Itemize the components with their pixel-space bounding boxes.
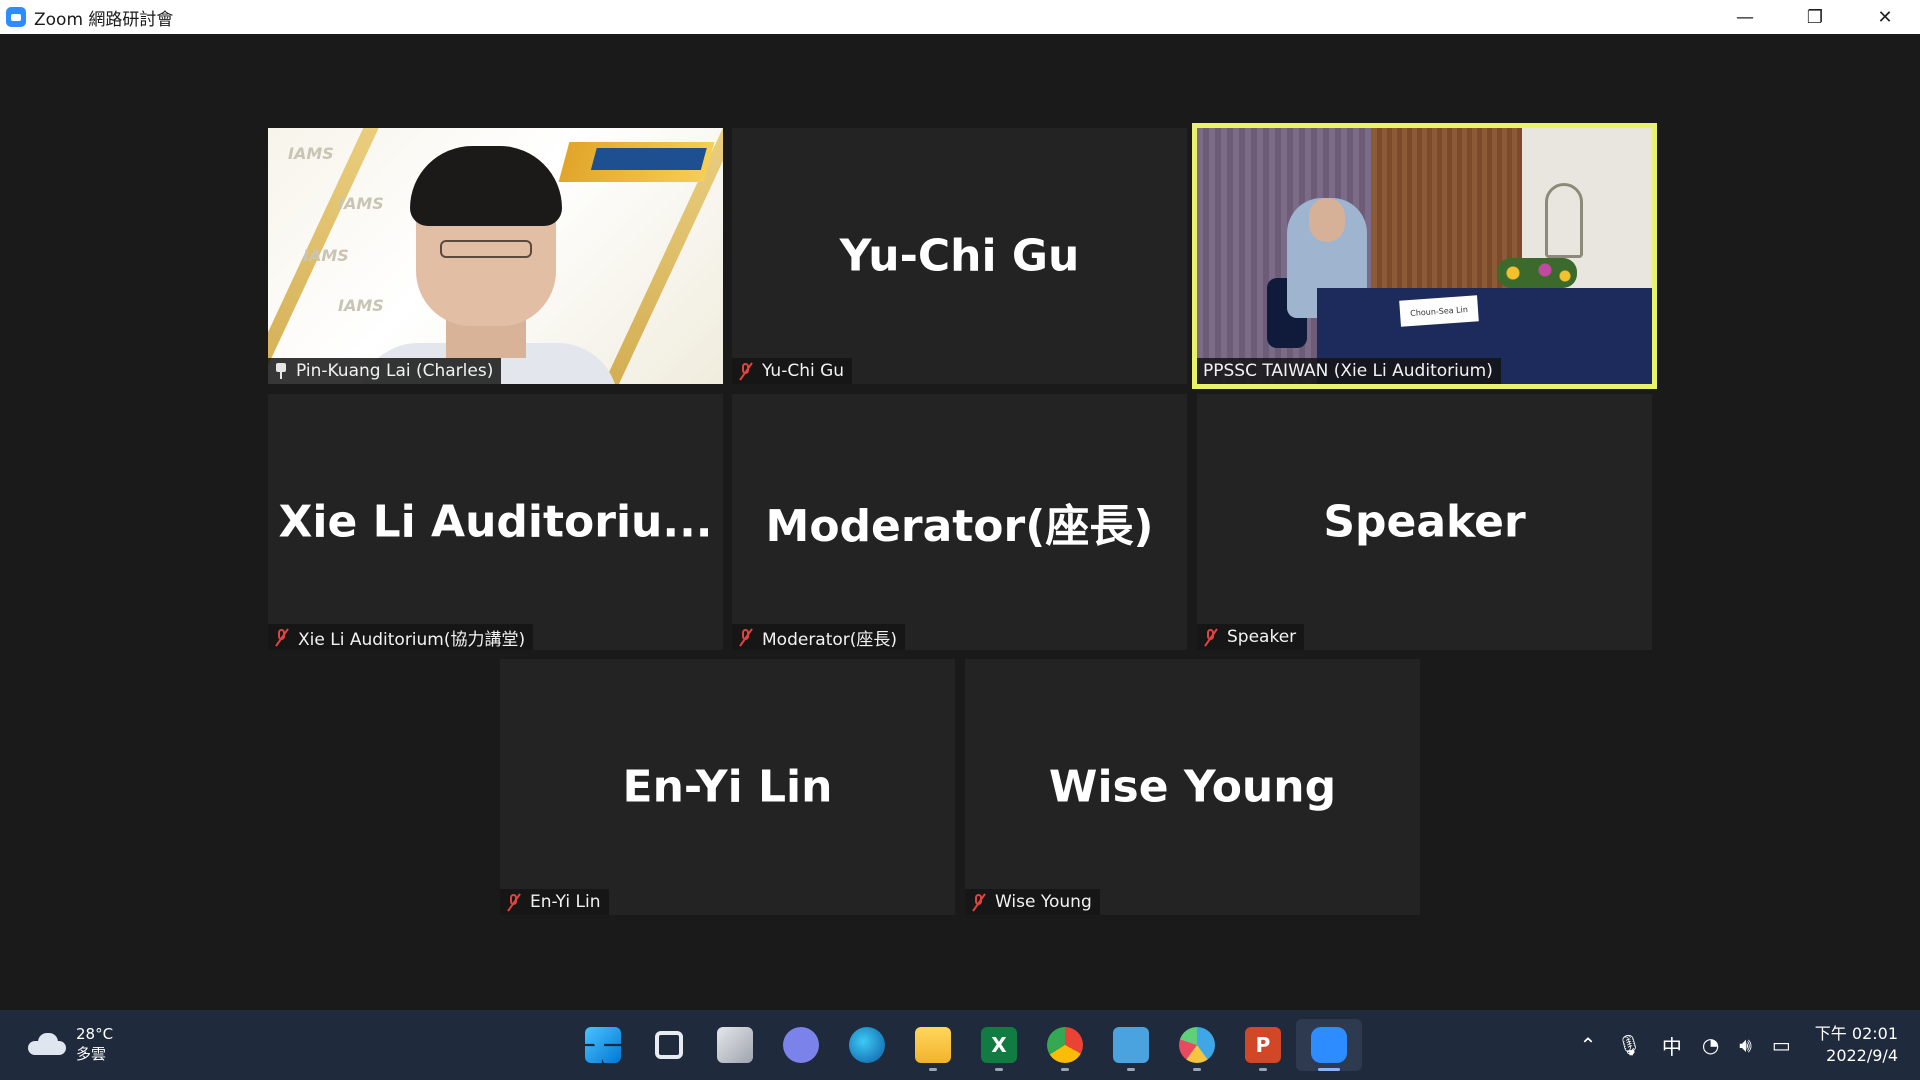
participant-tile-yu-chi-gu[interactable]: Yu-Chi Gu Yu-Chi Gu	[732, 128, 1187, 384]
participant-display-name: Yu-Chi Gu	[839, 230, 1080, 282]
participant-name: Xie Li Auditorium(協力講堂)	[298, 629, 526, 650]
mic-muted-icon	[738, 362, 754, 381]
video-ornament	[1545, 183, 1583, 258]
video-person-glasses	[440, 240, 532, 258]
participant-display-name: Speaker	[1323, 496, 1526, 548]
video-flowers	[1497, 258, 1577, 288]
mic-muted-icon	[1203, 628, 1219, 647]
mic-muted-icon	[971, 893, 987, 912]
chrome-icon	[1047, 1027, 1083, 1063]
search-button[interactable]	[636, 1019, 702, 1071]
windows-logo-icon	[585, 1027, 621, 1063]
microphone-icon[interactable]: 🎙︎	[1616, 1033, 1641, 1057]
edge-button[interactable]	[834, 1019, 900, 1071]
weather-widget[interactable]: 28°C 多雲	[28, 1024, 113, 1064]
participant-name: PPSSC TAIWAN (Xie Li Auditorium)	[1203, 361, 1493, 381]
participant-name-label: Wise Young	[965, 889, 1100, 915]
clock-date: 2022/9/4	[1826, 1046, 1898, 1065]
window-title: Zoom 網路研討會	[34, 9, 174, 30]
windows-taskbar: 28°C 多雲 X P ⌃ 🎙︎ 中 ◔ 🔊︎ ▭ 下午 02:01 2022/…	[0, 1010, 1920, 1080]
participant-name: Pin-Kuang Lai (Charles)	[296, 361, 494, 381]
chat-button[interactable]	[768, 1019, 834, 1071]
backdrop-watermark: IAMS	[338, 296, 384, 315]
participant-tile-xie-li-auditorium[interactable]: Xie Li Auditoriu... Xie Li Auditorium(協力…	[268, 394, 723, 650]
participant-display-name: Moderator(座長)	[765, 501, 1154, 552]
weather-text: 28°C 多雲	[76, 1024, 113, 1064]
powerpoint-icon: P	[1245, 1027, 1281, 1063]
zoom-icon	[1311, 1027, 1347, 1063]
restore-button[interactable]: ❐	[1780, 0, 1850, 34]
participant-name-label: Yu-Chi Gu	[732, 358, 853, 384]
ime-indicator[interactable]: 中	[1662, 1031, 1682, 1060]
mic-muted-icon	[506, 893, 522, 912]
participant-name: Moderator(座長)	[762, 629, 898, 650]
gallery-view: IAMS IAMS IAMS IAMS Pin-Kuang Lai (Charl…	[0, 34, 1920, 1010]
participant-name-label: PPSSC TAIWAN (Xie Li Auditorium)	[1197, 358, 1501, 384]
video-nameplate: Choun-Sea Lin	[1399, 295, 1479, 327]
participant-name-label: Moderator(座長)	[732, 624, 906, 650]
mic-muted-icon	[274, 628, 290, 647]
search-icon	[655, 1031, 683, 1059]
zoom-taskbar-button[interactable]	[1296, 1019, 1362, 1071]
participant-tile-wise-young[interactable]: Wise Young Wise Young	[965, 659, 1420, 915]
zoom-app-icon	[6, 7, 26, 27]
task-view-button[interactable]	[702, 1019, 768, 1071]
chevron-up-icon[interactable]: ⌃	[1580, 1033, 1597, 1057]
weather-temp: 28°C	[76, 1025, 114, 1043]
folder-icon	[915, 1027, 951, 1063]
system-tray: ⌃ 🎙︎ 中 ◔ 🔊︎ ▭ 下午 02:01 2022/9/4	[1570, 1010, 1920, 1080]
backdrop-watermark: IAMS	[303, 246, 349, 265]
teams-chat-icon	[783, 1027, 819, 1063]
minimize-button[interactable]: —	[1710, 0, 1780, 34]
excel-button[interactable]: X	[966, 1019, 1032, 1071]
backdrop-watermark: IAMS	[338, 194, 384, 213]
participant-tile-ppssc-taiwan[interactable]: Choun-Sea Lin PPSSC TAIWAN (Xie Li Audit…	[1192, 123, 1657, 389]
speaker-volume-icon[interactable]: 🔊︎	[1739, 1033, 1752, 1057]
mic-muted-icon	[738, 628, 754, 647]
video-person-hair	[410, 146, 562, 226]
backdrop-watermark: IAMS	[288, 144, 334, 163]
start-button[interactable]	[570, 1019, 636, 1071]
close-button[interactable]: ✕	[1850, 0, 1920, 34]
excel-icon: X	[981, 1027, 1017, 1063]
taskbar-clock[interactable]: 下午 02:01 2022/9/4	[1815, 1023, 1898, 1067]
participant-name: Wise Young	[995, 892, 1092, 912]
notepad-icon	[1113, 1027, 1149, 1063]
battery-icon[interactable]: ▭	[1772, 1033, 1791, 1057]
participant-name: En-Yi Lin	[530, 892, 601, 912]
participant-name-label: Speaker	[1197, 624, 1305, 650]
pin-icon	[274, 362, 288, 380]
wifi-icon[interactable]: ◔	[1702, 1033, 1719, 1057]
participant-tile-en-yi-lin[interactable]: En-Yi Lin En-Yi Lin	[500, 659, 955, 915]
participant-tile-moderator[interactable]: Moderator(座長) Moderator(座長)	[732, 394, 1187, 650]
participant-name-label: En-Yi Lin	[500, 889, 609, 915]
paint-button[interactable]	[1164, 1019, 1230, 1071]
participant-display-name: En-Yi Lin	[622, 761, 833, 813]
participant-name: Speaker	[1227, 627, 1297, 647]
powerpoint-button[interactable]: P	[1230, 1019, 1296, 1071]
cloud-icon	[28, 1033, 66, 1055]
iams-logo	[558, 142, 715, 182]
window-controls: — ❐ ✕	[1710, 0, 1920, 34]
participant-name-label: Xie Li Auditorium(協力講堂)	[268, 624, 534, 650]
participant-tile-pin-kuang-lai[interactable]: IAMS IAMS IAMS IAMS Pin-Kuang Lai (Charl…	[268, 128, 723, 384]
clock-time: 下午 02:01	[1814, 1024, 1898, 1043]
taskbar-apps: X P	[570, 1019, 1362, 1071]
task-view-icon	[717, 1027, 753, 1063]
edge-icon	[849, 1027, 885, 1063]
file-explorer-button[interactable]	[900, 1019, 966, 1071]
participant-display-name: Xie Li Auditoriu...	[278, 496, 713, 548]
window-titlebar: Zoom 網路研討會 — ❐ ✕	[0, 0, 1920, 34]
paint-icon	[1179, 1027, 1215, 1063]
chrome-button[interactable]	[1032, 1019, 1098, 1071]
participant-name-label: Pin-Kuang Lai (Charles)	[268, 358, 502, 384]
participant-display-name: Wise Young	[1048, 761, 1337, 813]
participant-tile-speaker[interactable]: Speaker Speaker	[1197, 394, 1652, 650]
weather-condition: 多雲	[76, 1045, 107, 1063]
video-person-head	[1309, 198, 1345, 242]
notepad-button[interactable]	[1098, 1019, 1164, 1071]
participant-name: Yu-Chi Gu	[762, 361, 845, 381]
